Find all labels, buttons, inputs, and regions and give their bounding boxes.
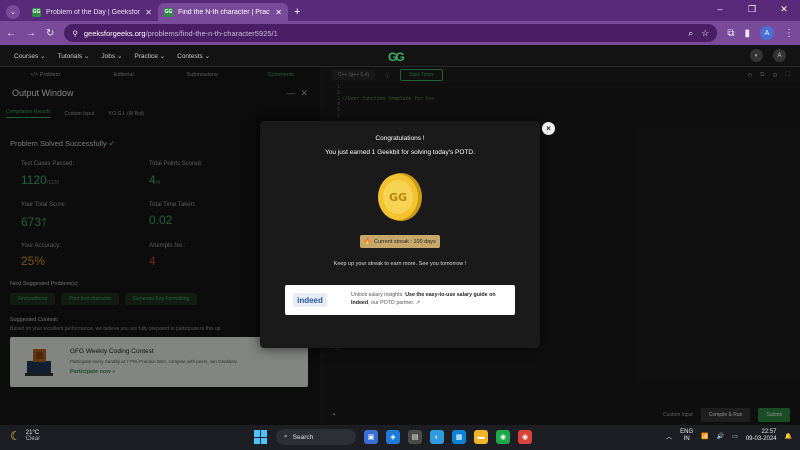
external-link-icon[interactable]: ↗ [416,300,420,306]
browser-tab-bar: ⌄ GG Problem of the Day | GeeksforG ✕ GG… [0,0,800,21]
file-explorer-icon[interactable]: ▬ [474,430,488,444]
forward-icon[interactable]: → [26,28,36,39]
reload-icon[interactable]: ↻ [46,28,54,39]
windows-taskbar: ☾ 21°C Clear ⌕ Search ▣ ◈ ▤ ◐ ▦ ▬ ◉ ◉ ︿ … [0,425,800,450]
fire-icon: 🔥 [364,238,372,245]
close-tab-icon[interactable]: ✕ [275,8,282,17]
back-icon[interactable]: ← [6,28,16,39]
potd-congrats-modal: Congratulations ! You just earned 1 Geek… [260,121,540,348]
indeed-logo: indeed [293,293,327,307]
search-label: Search [292,433,314,441]
congrats-title: Congratulations ! [375,135,425,142]
volume-icon[interactable]: 🔊 [717,433,724,440]
zoom-icon[interactable]: ⌕ [688,28,693,39]
taskbar-apps: ⌕ Search ▣ ◈ ▤ ◐ ▦ ▬ ◉ ◉ [254,429,532,445]
indeed-text-tail: , our POTD partner. [368,299,415,306]
edge-icon[interactable]: ◐ [430,430,444,444]
nav-practice[interactable]: Practice ⌄ [134,52,165,60]
streak-text: Current streak : 100 days [374,238,436,245]
new-tab-button[interactable]: + [288,6,306,21]
indeed-text-lead: Unlock salary insights. [351,292,404,298]
geekbit-coin-icon: GG [378,173,422,221]
date: 09-03-2024 [745,436,777,442]
gfg-favicon-icon: GG [164,7,173,17]
extensions-icon[interactable]: ⧉ [727,28,734,39]
chrome-icon[interactable]: ◉ [496,430,510,444]
tab-title: Problem of the Day | GeeksforG [46,8,141,16]
taskbar-search[interactable]: ⌕ Search [276,429,356,445]
svg-text:GG: GG [389,191,407,204]
url-bar[interactable]: ⚲ geeksforgeeks.org/problems/find-the-n-… [64,24,718,42]
gfg-favicon-icon: GG [32,7,41,17]
url-host: geeksforgeeks.org [83,28,146,38]
bookmark-star-icon[interactable]: ☆ [701,28,709,39]
maximize-icon[interactable]: ❐ [736,0,768,18]
gfg-logo[interactable]: GG [388,50,405,64]
copilot-icon[interactable]: ◈ [386,430,400,444]
geekbit-earned-text: You just earned 1 Geekbit for solving to… [325,149,475,156]
window-controls: – ❐ ✕ [704,0,800,18]
keep-streak-text: Keep up your streak to earn more. See yo… [333,261,467,267]
widgets-icon[interactable]: ▤ [408,430,422,444]
browser-tab-potd[interactable]: GG Problem of the Day | GeeksforG ✕ [26,3,158,21]
battery-icon[interactable]: ▭ [732,433,738,440]
weather-widget[interactable]: ☾ 21°C Clear [10,429,40,443]
user-avatar[interactable]: A [773,49,786,62]
menu-kebab-icon[interactable]: ⋮ [784,28,794,39]
close-window-icon[interactable]: ✕ [768,0,800,18]
url-path: /problems/find-the-n-th-character5925/1 [145,28,278,38]
weather-condition: Clear [25,436,41,442]
moon-weather-icon: ☾ [10,429,21,443]
close-tab-icon[interactable]: ✕ [145,8,152,17]
windows-start-icon[interactable] [254,430,268,444]
tab-title: Find the N-th character | Practic [178,8,271,16]
site-nav: Courses ⌄ Tutorials ⌄ Jobs ⌄ Practice ⌄ … [14,52,210,60]
tray-chevron-icon[interactable]: ︿ [666,432,672,441]
nav-jobs[interactable]: Jobs ⌄ [101,52,122,60]
time: 22:57 [761,429,777,435]
nav-courses[interactable]: Courses ⌄ [14,52,45,60]
tab-search-icon[interactable]: ⌄ [6,5,20,19]
indeed-partner-card[interactable]: indeed Unlock salary insights. Use the e… [285,285,515,315]
clock[interactable]: 22:57 09-03-2024 [746,429,777,443]
region-code: IN [683,436,690,442]
wifi-icon[interactable]: 📶 [701,433,708,440]
sidepanel-icon[interactable]: ▮ [744,28,750,39]
browser-tab-problem[interactable]: GG Find the N-th character | Practic ✕ [158,3,288,21]
language-indicator[interactable]: ENG IN [680,429,693,443]
task-view-icon[interactable]: ▣ [364,430,378,444]
streak-badge: 🔥 Current streak : 100 days [360,235,440,248]
indeed-text: Unlock salary insights. Use the easy-to-… [351,292,511,307]
system-tray: ︿ ENG IN 📶 🔊 ▭ 22:57 09-03-2024 🔔 [666,429,792,443]
nav-tutorials[interactable]: Tutorials ⌄ [57,52,89,60]
address-toolbar: ← → ↻ ⚲ geeksforgeeks.org/problems/find-… [0,21,800,45]
search-icon: ⌕ [284,433,288,440]
chrome-profile-icon[interactable]: ◉ [518,430,532,444]
profile-avatar[interactable]: A [760,26,774,40]
modal-close-button[interactable]: × [542,122,555,135]
lang-code: ENG [680,429,694,435]
minimize-icon[interactable]: – [704,0,736,18]
store-icon[interactable]: ▦ [452,430,466,444]
theme-toggle-icon[interactable]: ◐ [750,49,763,62]
nav-contests[interactable]: Contests ⌄ [177,52,210,60]
site-info-icon[interactable]: ⚲ [72,29,78,38]
notification-icon[interactable]: 🔔 [785,433,792,440]
